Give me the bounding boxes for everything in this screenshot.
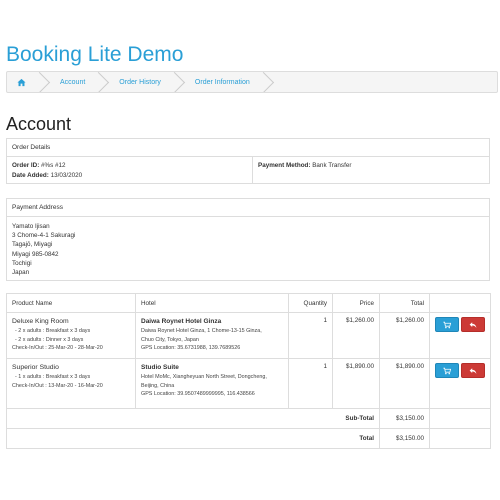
product-option: - 1 x adults : Breakfast x 3 days: [15, 374, 91, 380]
reply-icon: [469, 321, 477, 329]
payment-method-label: Payment Method:: [258, 162, 311, 169]
return-button[interactable]: [461, 317, 485, 332]
product-name: Deluxe King Room: [12, 318, 69, 325]
breadcrumb-order-history[interactable]: Order History: [99, 72, 175, 92]
reply-icon: [469, 367, 477, 375]
payment-address-panel: Payment Address Yamato Ijisan 3 Chome-4-…: [6, 198, 490, 281]
cart-icon: [443, 367, 451, 375]
hotel-address: Chuo City, Tokyo, Japan: [141, 336, 199, 343]
table-header-row: Product Name Hotel Quantity Price Total: [6, 293, 491, 313]
row-total: $1,890.00: [379, 358, 430, 409]
return-button[interactable]: [461, 363, 485, 378]
table-row: Deluxe King Room - 2 x adults : Breakfas…: [6, 312, 491, 359]
hotel-address: Daiwa Roynet Hotel Ginza, 1 Chome-13-15 …: [141, 328, 262, 334]
subtotal-value: $3,150.00: [379, 408, 430, 429]
product-checkinout: Check-In/Out : 13-Mar-20 - 16-Mar-20: [12, 382, 103, 389]
hotel-address: Hotel MoMc, Xiangheyuan North Street, Do…: [141, 374, 267, 380]
col-quantity: Quantity: [288, 293, 333, 313]
hotel-gps: GPS Location: 35.6731988, 139.7689526: [141, 345, 241, 352]
hotel-name: Studio Suite: [141, 364, 179, 371]
order-details-panel: Order Details Order ID: #%s #12 Date Add…: [6, 138, 490, 184]
row-price: $1,260.00: [332, 312, 380, 359]
breadcrumb-order-information[interactable]: Order Information: [175, 72, 264, 92]
payment-address-header: Payment Address: [7, 199, 489, 217]
payment-method-value: Bank Transfer: [312, 162, 352, 169]
table-row: Superior Studio - 1 x adults : Breakfast…: [6, 358, 491, 409]
order-details-header: Order Details: [7, 139, 489, 157]
row-quantity: 1: [288, 358, 333, 409]
address-line: Miyagi 985-0842: [12, 250, 59, 258]
home-icon: [17, 78, 26, 87]
site-title[interactable]: Booking Lite Demo: [6, 43, 183, 67]
order-id-label: Order ID:: [12, 162, 40, 169]
col-product-name: Product Name: [6, 293, 136, 313]
hotel-name: Daiwa Roynet Hotel Ginza: [141, 318, 222, 325]
product-option: - 2 x adults : Breakfast x 3 days: [15, 328, 91, 334]
address-line: 3 Chome-4-1 Sakuragi: [12, 232, 76, 240]
products-table: Product Name Hotel Quantity Price Total …: [6, 293, 491, 449]
hotel-gps: GPS Location: 39.9507489999995, 116.4385…: [141, 391, 255, 398]
row-total: $1,260.00: [379, 312, 430, 359]
total-label: Total: [6, 428, 380, 449]
address-line: Tagajō, Miyagi: [12, 241, 53, 249]
date-added-label: Date Added:: [12, 172, 49, 179]
total-row: Total $3,150.00: [6, 428, 491, 449]
col-actions: [429, 293, 491, 313]
address-line: Yamato Ijisan: [12, 223, 50, 230]
row-price: $1,890.00: [332, 358, 380, 409]
address-line: Tochigi: [12, 259, 32, 267]
page-title: Account: [6, 114, 72, 134]
col-total: Total: [379, 293, 430, 313]
cart-icon: [443, 321, 451, 329]
col-hotel: Hotel: [135, 293, 289, 313]
product-checkinout: Check-In/Out : 25-Mar-20 - 28-Mar-20: [12, 345, 103, 352]
breadcrumb: Account Order History Order Information: [6, 71, 498, 93]
reorder-button[interactable]: [435, 317, 459, 332]
address-line: Japan: [12, 269, 30, 277]
total-value: $3,150.00: [379, 428, 430, 449]
col-price: Price: [332, 293, 380, 313]
product-option: - 2 x adults : Dinner x 3 days: [15, 336, 84, 343]
subtotal-label: Sub-Total: [6, 408, 380, 429]
row-quantity: 1: [288, 312, 333, 359]
subtotal-row: Sub-Total $3,150.00: [6, 408, 491, 429]
order-id-value: #%s #12: [41, 162, 66, 169]
date-added-value: 13/03/2020: [50, 172, 83, 179]
hotel-address: Beijing, China: [141, 382, 175, 389]
reorder-button[interactable]: [435, 363, 459, 378]
breadcrumb-home[interactable]: [7, 72, 40, 92]
product-name: Superior Studio: [12, 364, 59, 371]
